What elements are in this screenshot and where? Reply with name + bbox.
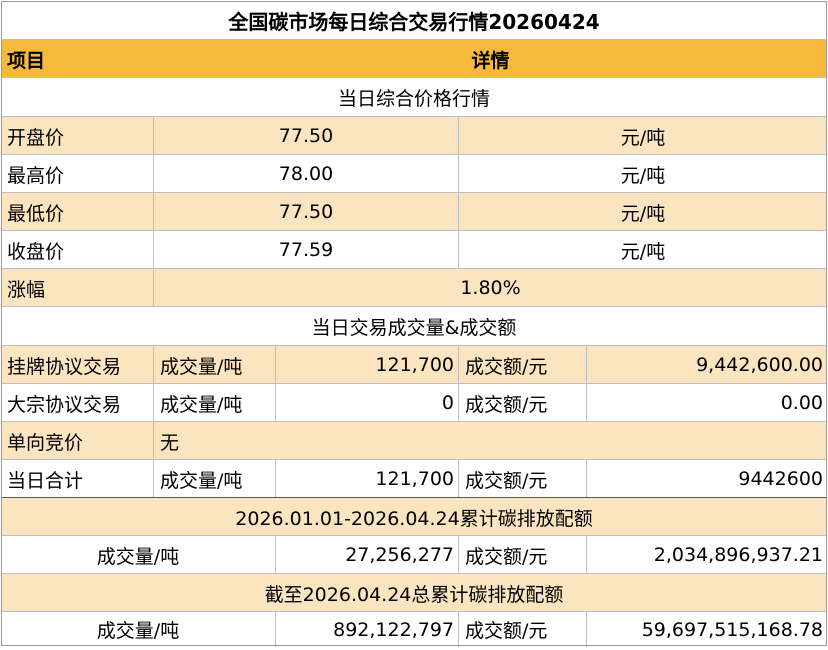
row-label: 大宗协议交易: [1, 384, 154, 422]
change-value: 1.80%: [154, 269, 827, 307]
cumulative-heading: 截至2026.04.24总累计碳排放配额: [1, 574, 827, 612]
table-row: 大宗协议交易 成交量/吨 0 成交额/元 0.00: [1, 383, 827, 422]
table-row: 最高价 78.00 元/吨: [1, 154, 827, 193]
header-detail: 详情: [154, 40, 827, 78]
ytd-heading: 2026.01.01-2026.04.24累计碳排放配额: [1, 498, 827, 536]
row-label: 收盘价: [1, 231, 154, 269]
cumulative-heading-row: 截至2026.04.24总累计碳排放配额: [1, 573, 827, 612]
volume-heading-row: 当日交易成交量&成交额: [1, 306, 827, 346]
amt-label: 成交额/元: [459, 346, 587, 384]
vol-label: 成交量/吨: [1, 612, 276, 647]
row-label: 开盘价: [1, 117, 154, 155]
vol-value: 121,700: [276, 460, 459, 498]
amt-value: 9,442,600.00: [587, 346, 827, 384]
row-unit: 元/吨: [459, 231, 827, 269]
table-row: 最低价 77.50 元/吨: [1, 192, 827, 231]
vol-label: 成交量/吨: [1, 536, 276, 574]
vol-label: 成交量/吨: [154, 346, 276, 384]
total-row: 当日合计 成交量/吨 121,700 成交额/元 9442600: [1, 459, 827, 498]
table-row: 开盘价 77.50 元/吨: [1, 116, 827, 155]
ytd-heading-row: 2026.01.01-2026.04.24累计碳排放配额: [1, 497, 827, 536]
title-row: 全国碳市场每日综合交易行情20260424: [1, 1, 827, 39]
amt-value: 9442600: [587, 460, 827, 498]
carbon-market-table: 全国碳市场每日综合交易行情20260424 项目 详情 当日综合价格行情 开盘价…: [1, 1, 827, 647]
row-value: 77.50: [154, 193, 459, 231]
vol-value: 121,700: [276, 346, 459, 384]
amt-value: 59,697,515,168.78: [587, 612, 827, 647]
cumulative-row: 成交量/吨 892,122,797 成交额/元 59,697,515,168.7…: [1, 611, 827, 647]
row-unit: 元/吨: [459, 117, 827, 155]
table-row: 挂牌协议交易 成交量/吨 121,700 成交额/元 9,442,600.00: [1, 345, 827, 384]
row-label: 挂牌协议交易: [1, 346, 154, 384]
table-row: 收盘价 77.59 元/吨: [1, 230, 827, 269]
row-value: 78.00: [154, 155, 459, 193]
amt-value: 0.00: [587, 384, 827, 422]
vol-value: 27,256,277: [276, 536, 459, 574]
price-heading-row: 当日综合价格行情: [1, 77, 827, 117]
table-title: 全国碳市场每日综合交易行情20260424: [1, 1, 827, 39]
vol-label: 成交量/吨: [154, 384, 276, 422]
row-unit: 元/吨: [459, 193, 827, 231]
header-row: 项目 详情: [1, 39, 827, 78]
single-label: 单向竞价: [1, 422, 154, 460]
row-value: 77.50: [154, 117, 459, 155]
volume-heading: 当日交易成交量&成交额: [1, 307, 827, 346]
single-value: 无: [154, 422, 827, 460]
price-heading: 当日综合价格行情: [1, 78, 827, 117]
amt-label: 成交额/元: [459, 460, 587, 498]
vol-value: 892,122,797: [276, 612, 459, 647]
vol-label: 成交量/吨: [154, 460, 276, 498]
vol-value: 0: [276, 384, 459, 422]
row-label: 最高价: [1, 155, 154, 193]
total-label: 当日合计: [1, 460, 154, 498]
ytd-row: 成交量/吨 27,256,277 成交额/元 2,034,896,937.21: [1, 535, 827, 574]
amt-label: 成交额/元: [459, 536, 587, 574]
row-label: 最低价: [1, 193, 154, 231]
change-row: 涨幅 1.80%: [1, 268, 827, 307]
header-item: 项目: [1, 40, 154, 78]
amt-label: 成交额/元: [459, 612, 587, 647]
single-auction-row: 单向竞价 无: [1, 421, 827, 460]
row-unit: 元/吨: [459, 155, 827, 193]
amt-value: 2,034,896,937.21: [587, 536, 827, 574]
change-label: 涨幅: [1, 269, 154, 307]
row-value: 77.59: [154, 231, 459, 269]
amt-label: 成交额/元: [459, 384, 587, 422]
